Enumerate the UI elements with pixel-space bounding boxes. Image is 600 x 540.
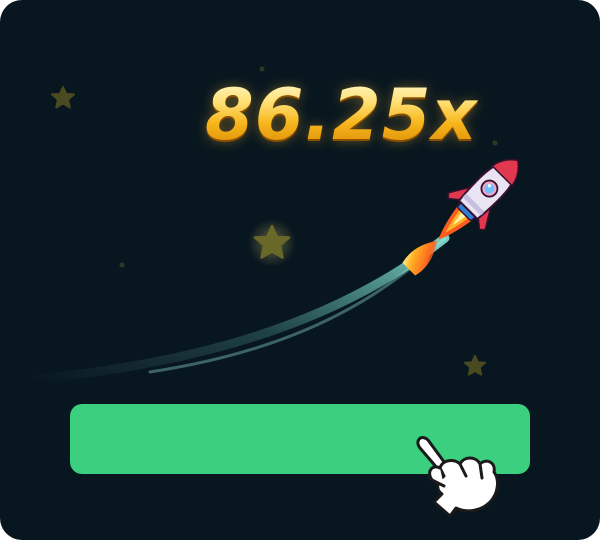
star-icon	[464, 355, 486, 376]
hand-pointer-icon	[416, 436, 499, 518]
rocket-trail	[25, 233, 450, 385]
multiplier-display: 86.25x	[205, 74, 478, 156]
rocket-icon	[402, 159, 519, 276]
sky-dot	[492, 140, 498, 146]
sky-dot	[119, 262, 125, 268]
star-icon	[248, 219, 296, 267]
sky-dot	[259, 66, 265, 72]
star-icon	[51, 86, 75, 109]
crash-game-panel: 86.25x	[0, 0, 600, 540]
